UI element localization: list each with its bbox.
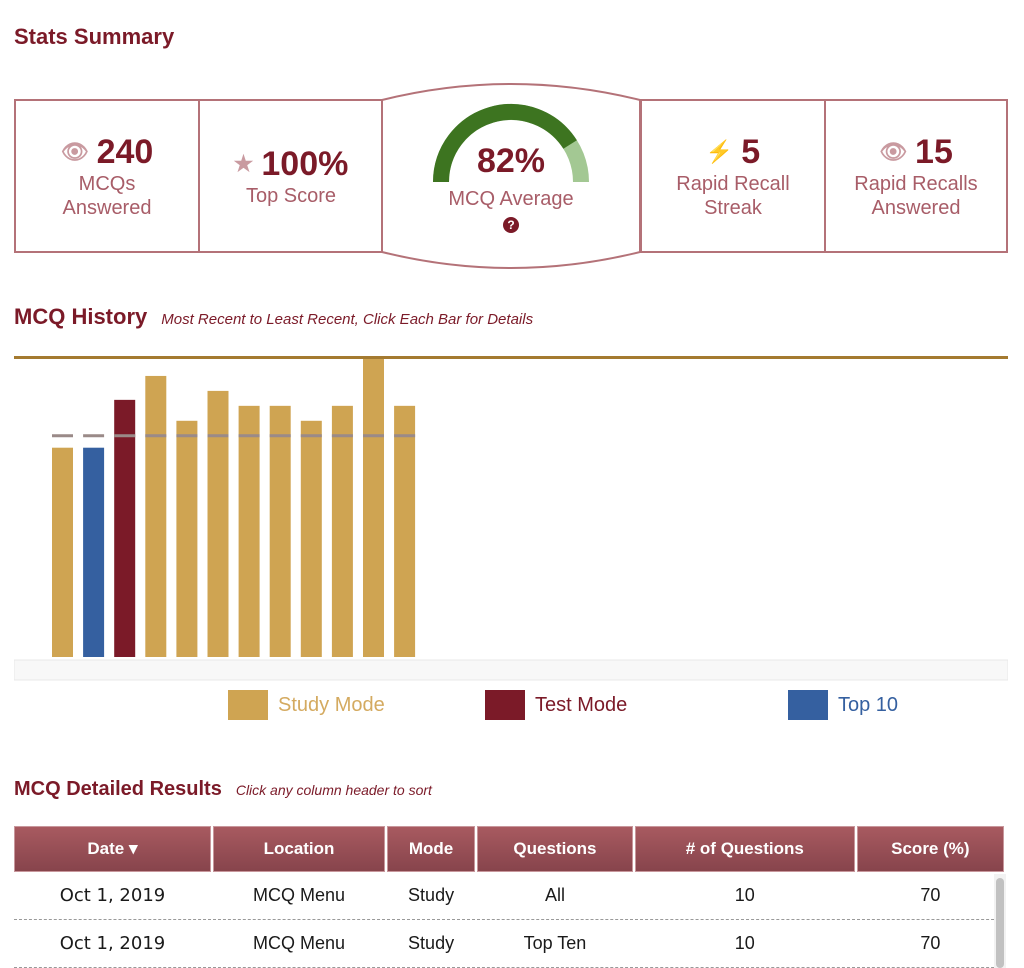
average-value: 82% xyxy=(476,142,546,180)
average-marker xyxy=(207,434,229,438)
chart-bar[interactable] xyxy=(145,375,167,657)
stat-card-mcq-average: 82% MCQ Average ? xyxy=(380,78,642,274)
help-icon[interactable]: ? xyxy=(503,217,519,233)
average-marker xyxy=(269,434,291,438)
cell-questions: All xyxy=(477,872,633,920)
legend-study-mode: Study Mode xyxy=(228,690,385,720)
chart-bar[interactable] xyxy=(300,420,322,657)
chart-bar[interactable] xyxy=(269,405,291,657)
cell-score: 70 xyxy=(856,872,1004,920)
chart-bar[interactable] xyxy=(114,399,136,657)
chart-footer-strip xyxy=(14,659,1008,681)
cell-mode: Study xyxy=(387,920,476,968)
chart-bar[interactable] xyxy=(83,447,105,657)
chart-bar[interactable] xyxy=(394,405,416,657)
eye-icon: 👁 xyxy=(60,139,89,164)
column-header-mode[interactable]: Mode xyxy=(387,826,476,872)
legend-test-mode: Test Mode xyxy=(485,690,627,720)
stat-label: Rapid Recalls xyxy=(854,173,978,195)
chart-bar[interactable] xyxy=(207,390,229,657)
stat-label: Answered xyxy=(62,197,152,219)
cell-mode: Study xyxy=(387,872,476,920)
legend-label: Top 10 xyxy=(838,693,899,716)
average-marker xyxy=(52,434,73,438)
average-marker xyxy=(394,434,416,438)
average-marker xyxy=(363,434,384,438)
stat-label: Rapid Recall xyxy=(676,173,790,195)
mcq-history-chart xyxy=(14,356,1008,681)
column-header-location[interactable]: Location xyxy=(212,826,386,872)
column-header-questions[interactable]: Questions xyxy=(477,826,633,872)
legend-label: Test Mode xyxy=(535,693,628,716)
stats-summary-title: Stats Summary xyxy=(14,24,175,49)
average-marker xyxy=(238,434,260,438)
cell-score: 70 xyxy=(856,920,1004,968)
stat-value: 15 xyxy=(915,133,953,171)
chart-bar[interactable] xyxy=(176,420,198,657)
stat-label: Top Score xyxy=(245,185,337,207)
average-marker xyxy=(176,434,198,438)
chart-bar[interactable] xyxy=(238,405,260,657)
legend-top10: Top 10 xyxy=(788,690,898,720)
results-subtitle: Click any column header to sort xyxy=(235,782,432,798)
results-table: Date ▾ Location Mode Questions # of Ques… xyxy=(12,826,1006,968)
column-header-date[interactable]: Date ▾ xyxy=(14,826,211,872)
legend-label: Study Mode xyxy=(278,693,385,716)
average-marker xyxy=(145,434,167,438)
chart-bar[interactable] xyxy=(52,447,73,657)
legend-swatch-test xyxy=(485,690,525,720)
table-header-row: Date ▾ Location Mode Questions # of Ques… xyxy=(14,826,1004,872)
bolt-icon: ⚡ xyxy=(705,139,734,164)
table-row[interactable]: Oct 1, 2019 MCQ Menu Study All 10 70 xyxy=(14,872,1004,920)
stat-label: Answered xyxy=(871,197,961,219)
mcq-history-subtitle: Most Recent to Least Recent, Click Each … xyxy=(161,311,534,328)
legend-swatch-study xyxy=(228,690,268,720)
table-row[interactable]: Oct 1, 2019 MCQ Menu Study Top Ten 10 70 xyxy=(14,920,1004,968)
eye-icon: 👁 xyxy=(879,139,908,164)
star-icon: ★ xyxy=(233,151,254,176)
average-marker xyxy=(114,434,136,438)
column-header-num-questions[interactable]: # of Questions xyxy=(634,826,855,872)
stat-value: 100% xyxy=(261,145,349,183)
stat-card-top-score: ★ 100% Top Score xyxy=(198,99,384,253)
stat-card-rapid-recalls-answered: 👁 15 Rapid Recalls Answered xyxy=(824,99,1008,253)
stat-value: 5 xyxy=(741,133,761,171)
results-header: MCQ Detailed Results Click any column hea… xyxy=(14,778,432,801)
mcq-history-title: MCQ History xyxy=(14,304,148,329)
cell-location: MCQ Menu xyxy=(212,872,386,920)
cell-questions: Top Ten xyxy=(477,920,633,968)
cell-date: Oct 1, 2019 xyxy=(14,920,211,968)
stat-label: MCQs xyxy=(78,173,136,195)
stat-label: Streak xyxy=(704,197,762,219)
cell-num-questions: 10 xyxy=(634,872,855,920)
cell-num-questions: 10 xyxy=(634,920,855,968)
cell-location: MCQ Menu xyxy=(212,920,386,968)
legend-swatch-top10 xyxy=(788,690,828,720)
average-marker xyxy=(300,434,322,438)
stat-value: 240 xyxy=(96,133,154,171)
table-scrollbar[interactable] xyxy=(994,874,1006,968)
average-marker xyxy=(83,434,105,438)
stat-card-rapid-recall-streak: ⚡ 5 Rapid Recall Streak xyxy=(640,99,826,253)
stat-card-mcqs-answered: 👁 240 MCQs Answered xyxy=(14,99,200,253)
chart-bar[interactable] xyxy=(331,405,353,657)
cell-date: Oct 1, 2019 xyxy=(14,872,211,920)
chart-bar[interactable] xyxy=(363,358,384,657)
sort-desc-icon: ▾ xyxy=(128,839,138,858)
mcq-history-header: MCQ History Most Recent to Least Recent, … xyxy=(14,304,533,330)
column-header-score[interactable]: Score (%) xyxy=(856,826,1004,872)
scrollbar-thumb[interactable] xyxy=(996,878,1004,968)
results-title: MCQ Detailed Results xyxy=(14,778,222,800)
average-marker xyxy=(331,434,353,438)
chart-max-line xyxy=(14,356,1008,359)
average-label: MCQ Average xyxy=(448,188,574,210)
